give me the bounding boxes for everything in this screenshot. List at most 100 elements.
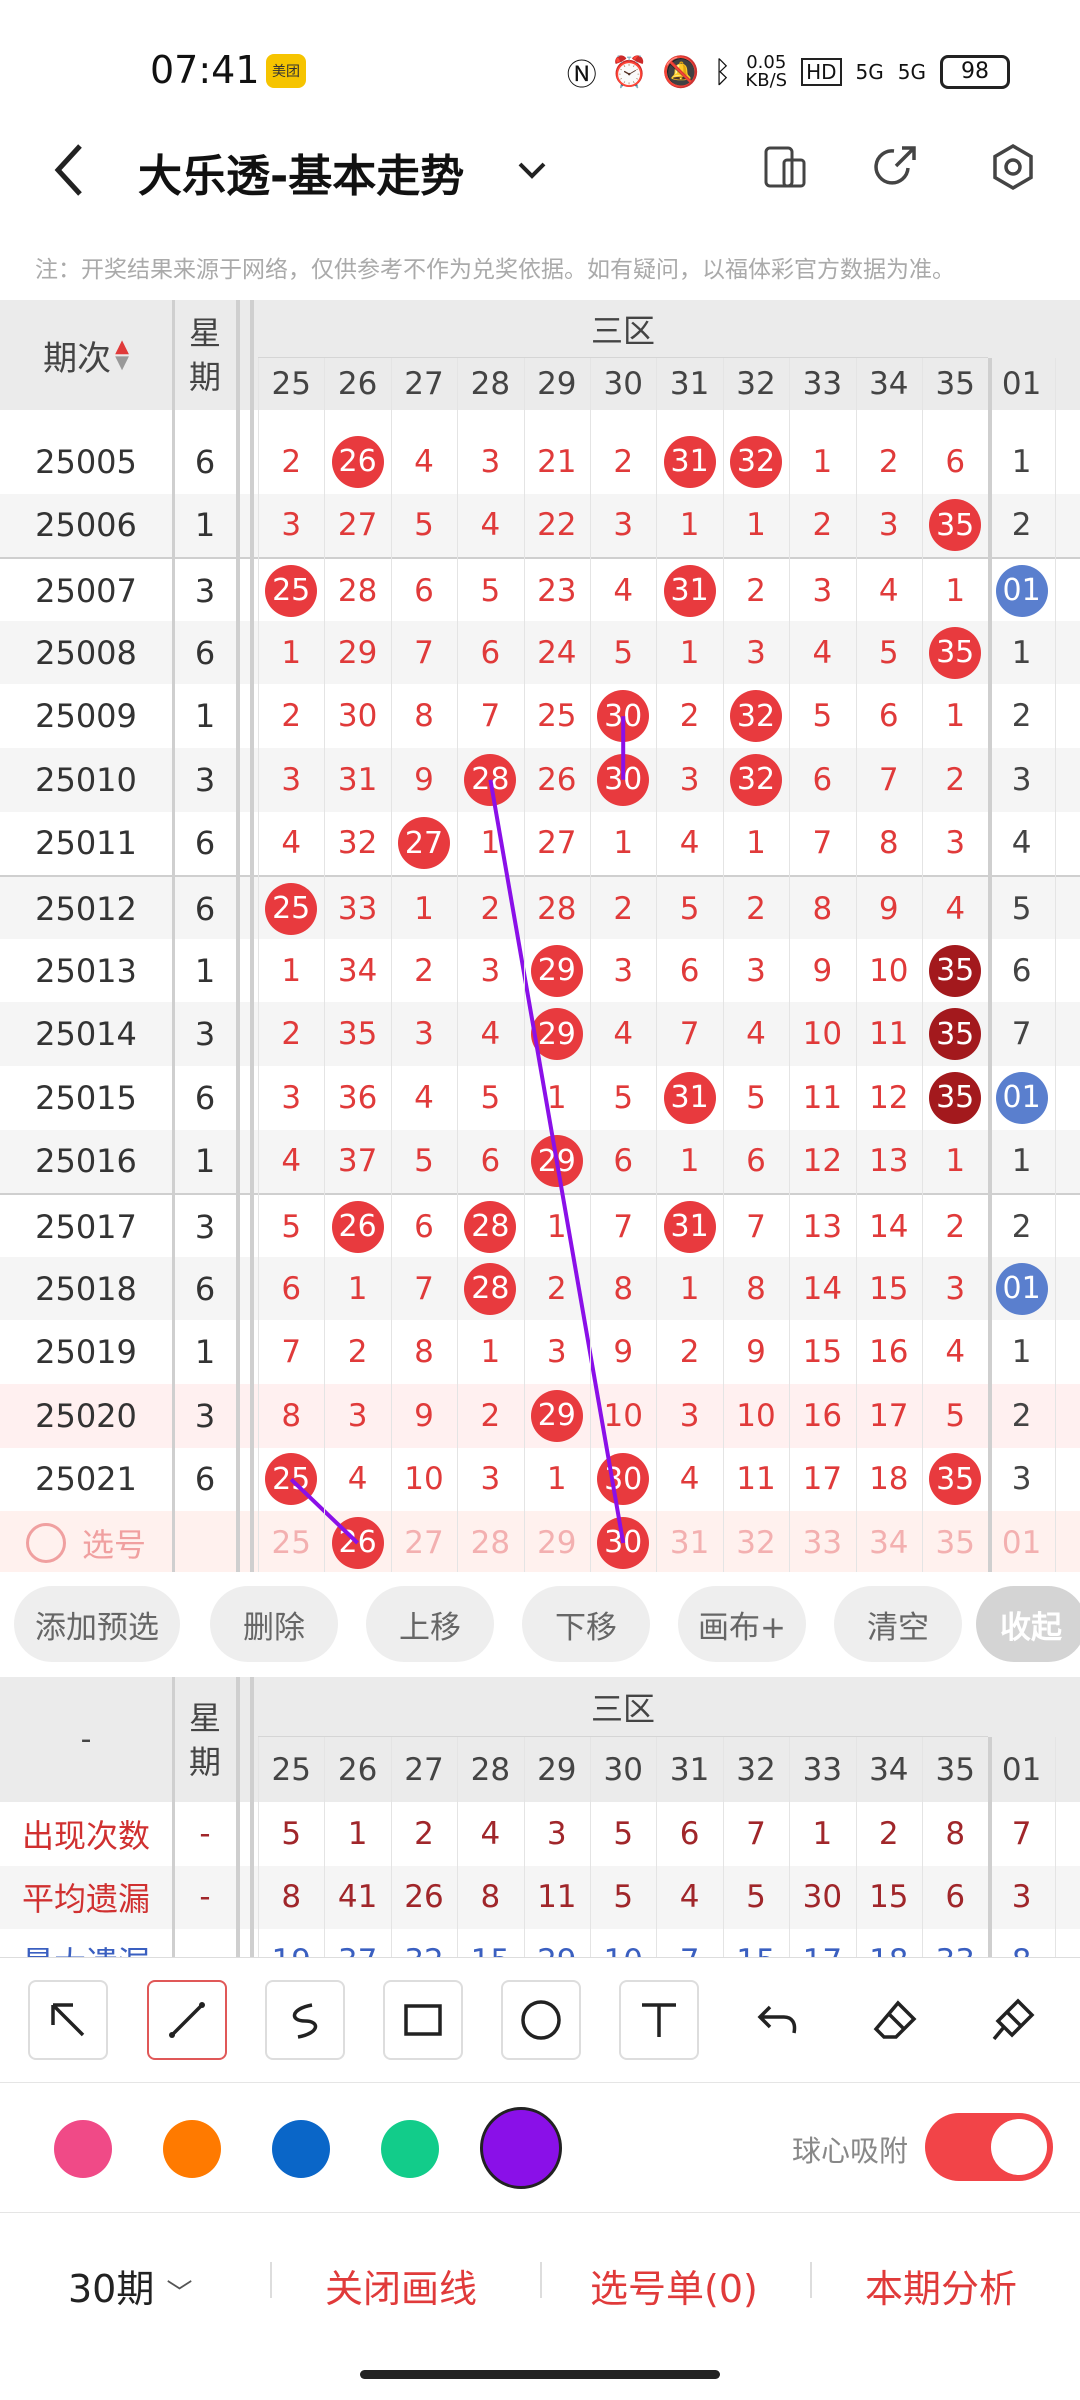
clear-button[interactable]: 清空 <box>834 1586 962 1662</box>
column-divider <box>250 300 254 1572</box>
column-divider <box>789 1737 791 1957</box>
stats-value: 7 <box>656 1929 722 1957</box>
stats-row: 出现次数 - 5 1 2 4 3 5 6 7 1 2 8 7 <box>0 1802 1080 1866</box>
column-divider <box>656 1737 658 1957</box>
column-divider <box>922 358 923 1572</box>
column-divider <box>722 358 724 1572</box>
stats-column-header: 27 <box>404 1751 444 1788</box>
canvas-plus-button[interactable]: 画布+ <box>678 1586 806 1662</box>
stats-value: 8 <box>945 1815 966 1852</box>
curve-tool-icon[interactable] <box>265 1980 345 2060</box>
trend-table[interactable]: 期次 ▲ ▼ 星期 三区 25 26 27 28 29 30 31 32 33 34 35 01 2500… <box>0 300 1080 1572</box>
column-divider <box>172 1677 175 1957</box>
stats-value: 6 <box>945 1879 966 1916</box>
stats-column-header: 01 <box>1001 1751 1042 1788</box>
stats-value: 15 <box>869 1879 909 1916</box>
stats-value: 26 <box>404 1879 444 1916</box>
add-preselect-button[interactable]: 添加预选 <box>14 1586 180 1662</box>
collapse-button[interactable]: 收起 <box>976 1586 1080 1662</box>
stats-label: 平均遗漏 <box>21 1880 150 1919</box>
drawn-lines-canvas[interactable] <box>0 300 1080 1572</box>
stats-column-header: 26 <box>337 1751 378 1788</box>
column-divider <box>855 358 857 1572</box>
stats-value: 11 <box>537 1879 577 1916</box>
stats-column-header: 34 <box>869 1751 909 1788</box>
stats-week-header: 星期 <box>188 1698 221 1781</box>
net-speed: 0.05 KB/S <box>745 52 788 91</box>
stats-week-cell: - <box>199 1815 211 1852</box>
drawn-line[interactable] <box>488 779 626 1544</box>
column-divider <box>390 358 392 1572</box>
stats-value: 8 <box>480 1879 501 1916</box>
column-divider <box>656 358 658 1572</box>
stats-dash: - <box>80 1722 92 1757</box>
close-line-button[interactable]: 关闭画线 <box>325 2258 477 2313</box>
snap-toggle[interactable] <box>925 2113 1053 2181</box>
clear-canvas-icon[interactable] <box>973 1980 1053 2060</box>
hd-icon: HD <box>801 58 842 86</box>
stats-value: 4 <box>679 1879 700 1916</box>
divider <box>270 2262 272 2298</box>
layout-icon[interactable] <box>760 142 810 192</box>
stats-value: 6 <box>679 1815 700 1852</box>
page-title[interactable]: 大乐透-基本走势 <box>138 140 464 204</box>
back-icon[interactable] <box>50 140 90 200</box>
period-selector[interactable]: 30期 ﹀ <box>68 2258 192 2313</box>
chevron-down-icon: ﹀ <box>166 2279 193 2309</box>
color-swatch-pink[interactable] <box>54 2120 112 2178</box>
stats-value: 5 <box>281 1815 302 1852</box>
rectangle-tool-icon[interactable] <box>383 1980 463 2060</box>
analysis-button[interactable]: 本期分析 <box>865 2258 1017 2313</box>
column-divider <box>855 1737 857 1957</box>
stats-value: 15 <box>723 1929 789 1957</box>
column-divider <box>922 1737 923 1957</box>
disclaimer-text: 注：开奖结果来源于网络，仅供参考不作为兑奖依据。如有疑问，以福体彩官方数据为准。 <box>35 257 955 283</box>
line-tool-icon[interactable] <box>147 1980 227 2060</box>
color-swatch-purple-selected[interactable] <box>480 2107 562 2189</box>
move-down-button[interactable]: 下移 <box>522 1586 650 1662</box>
mute-icon: 🔕 <box>662 54 700 90</box>
stats-table: - 星期 三区 25 26 27 28 29 30 31 32 33 34 35 01 出现次数 -5 1… <box>0 1677 1080 1957</box>
stats-label: 最大遗漏 <box>0 1929 172 1957</box>
column-divider <box>390 1737 392 1957</box>
stats-column-header: 35 <box>935 1751 975 1788</box>
stats-value: 5 <box>746 1879 766 1916</box>
pick-list-button[interactable]: 选号单(0) <box>590 2258 758 2313</box>
stats-value: 30 <box>802 1879 843 1916</box>
snap-label: 球心吸附 <box>792 2134 909 2168</box>
stats-value: 2 <box>878 1815 899 1852</box>
share-icon[interactable] <box>870 142 920 192</box>
color-swatch-green[interactable] <box>381 2120 439 2178</box>
pointer-tool-icon[interactable] <box>28 1980 108 2060</box>
column-divider <box>258 1737 259 1957</box>
stats-value: 3 <box>546 1815 567 1852</box>
delete-button[interactable]: 删除 <box>210 1586 338 1662</box>
column-divider <box>258 358 259 1572</box>
divider <box>540 2262 542 2298</box>
circle-tool-icon[interactable] <box>501 1980 581 2060</box>
color-swatch-blue[interactable] <box>272 2120 330 2178</box>
column-divider <box>590 358 591 1572</box>
stats-value: 8 <box>281 1879 302 1916</box>
alarm-icon: ⏰ <box>610 54 649 90</box>
text-tool-icon[interactable] <box>619 1980 699 2060</box>
stats-value: 8 <box>988 1929 1054 1957</box>
stats-value: 17 <box>789 1929 855 1957</box>
color-swatch-orange[interactable] <box>163 2120 221 2178</box>
stats-label: 出现次数 <box>21 1816 150 1855</box>
stats-value: 3 <box>1011 1879 1032 1916</box>
settings-icon[interactable] <box>988 142 1038 192</box>
stats-column-header: 30 <box>603 1751 643 1788</box>
column-divider <box>172 300 175 1572</box>
stats-zone-header: 三区 <box>258 1677 988 1737</box>
nfc-icon: Ⓝ <box>566 58 597 93</box>
stats-value: 15 <box>457 1929 523 1957</box>
stats-value: 1 <box>812 1815 833 1852</box>
chevron-down-icon[interactable] <box>512 150 552 190</box>
divider <box>810 2262 812 2298</box>
column-divider <box>1054 358 1056 1572</box>
move-up-button[interactable]: 上移 <box>366 1586 494 1662</box>
stats-value: 4 <box>480 1815 501 1852</box>
undo-icon[interactable] <box>737 1980 817 2060</box>
eraser-icon[interactable] <box>855 1980 935 2060</box>
